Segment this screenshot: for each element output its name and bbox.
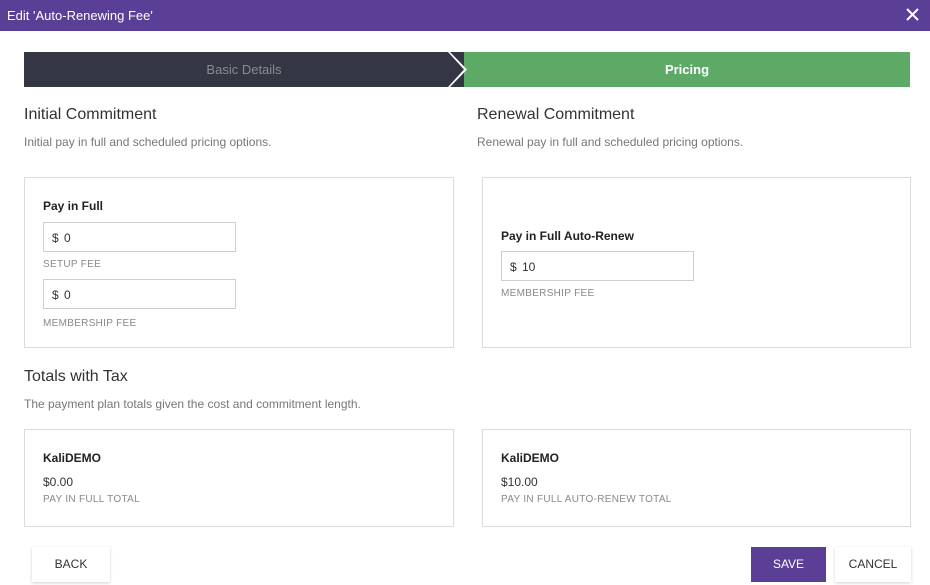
step-basic-details[interactable]: Basic Details <box>24 52 464 87</box>
renewal-membership-fee-label: MEMBERSHIP FEE <box>501 288 595 299</box>
step-arrow-icon <box>448 52 467 87</box>
total-plan-name: KaliDEMO <box>501 451 560 465</box>
totals-title: Totals with Tax <box>24 368 128 385</box>
total-label: PAY IN FULL TOTAL <box>43 494 140 505</box>
currency-symbol: $ <box>52 231 59 245</box>
dialog-title: Edit 'Auto-Renewing Fee' <box>7 8 153 23</box>
back-button[interactable]: BACK <box>32 547 110 582</box>
initial-pay-in-full-card: Pay in Full $ SETUP FEE $ MEMBERSHIP FEE <box>24 177 454 348</box>
cancel-button[interactable]: CANCEL <box>835 547 911 582</box>
setup-fee-label: SETUP FEE <box>43 259 102 270</box>
setup-fee-input[interactable] <box>64 229 204 246</box>
total-card-initial: KaliDEMO $0.00 PAY IN FULL TOTAL <box>24 429 454 527</box>
setup-fee-field[interactable]: $ <box>43 222 236 252</box>
total-amount: $10.00 <box>501 475 538 489</box>
currency-symbol: $ <box>52 288 59 302</box>
initial-membership-fee-label: MEMBERSHIP FEE <box>43 318 137 329</box>
total-amount: $0.00 <box>43 475 74 489</box>
total-card-renewal: KaliDEMO $10.00 PAY IN FULL AUTO-RENEW T… <box>482 429 911 527</box>
total-plan-name: KaliDEMO <box>43 451 102 465</box>
renewal-membership-fee-field[interactable]: $ <box>501 251 694 281</box>
totals-subtitle: The payment plan totals given the cost a… <box>24 397 361 411</box>
currency-symbol: $ <box>510 260 517 274</box>
close-icon[interactable] <box>904 4 922 24</box>
pay-in-full-auto-renew-heading: Pay in Full Auto-Renew <box>501 229 634 243</box>
dialog-titlebar: Edit 'Auto-Renewing Fee' <box>0 0 930 31</box>
wizard-stepper: Basic Details Pricing <box>24 52 910 87</box>
pay-in-full-heading: Pay in Full <box>43 199 104 213</box>
total-label: PAY IN FULL AUTO-RENEW TOTAL <box>501 494 672 505</box>
renewal-commitment-subtitle: Renewal pay in full and scheduled pricin… <box>477 135 744 149</box>
renewal-commitment-title: Renewal Commitment <box>477 106 635 123</box>
renewal-membership-fee-input[interactable] <box>522 258 662 275</box>
initial-commitment-subtitle: Initial pay in full and scheduled pricin… <box>24 135 272 149</box>
renewal-pay-in-full-card: Pay in Full Auto-Renew $ MEMBERSHIP FEE <box>482 177 911 348</box>
save-button[interactable]: SAVE <box>751 547 826 582</box>
initial-membership-fee-field[interactable]: $ <box>43 279 236 309</box>
initial-membership-fee-input[interactable] <box>64 286 204 303</box>
step-pricing[interactable]: Pricing <box>464 52 910 87</box>
initial-commitment-title: Initial Commitment <box>24 106 157 123</box>
